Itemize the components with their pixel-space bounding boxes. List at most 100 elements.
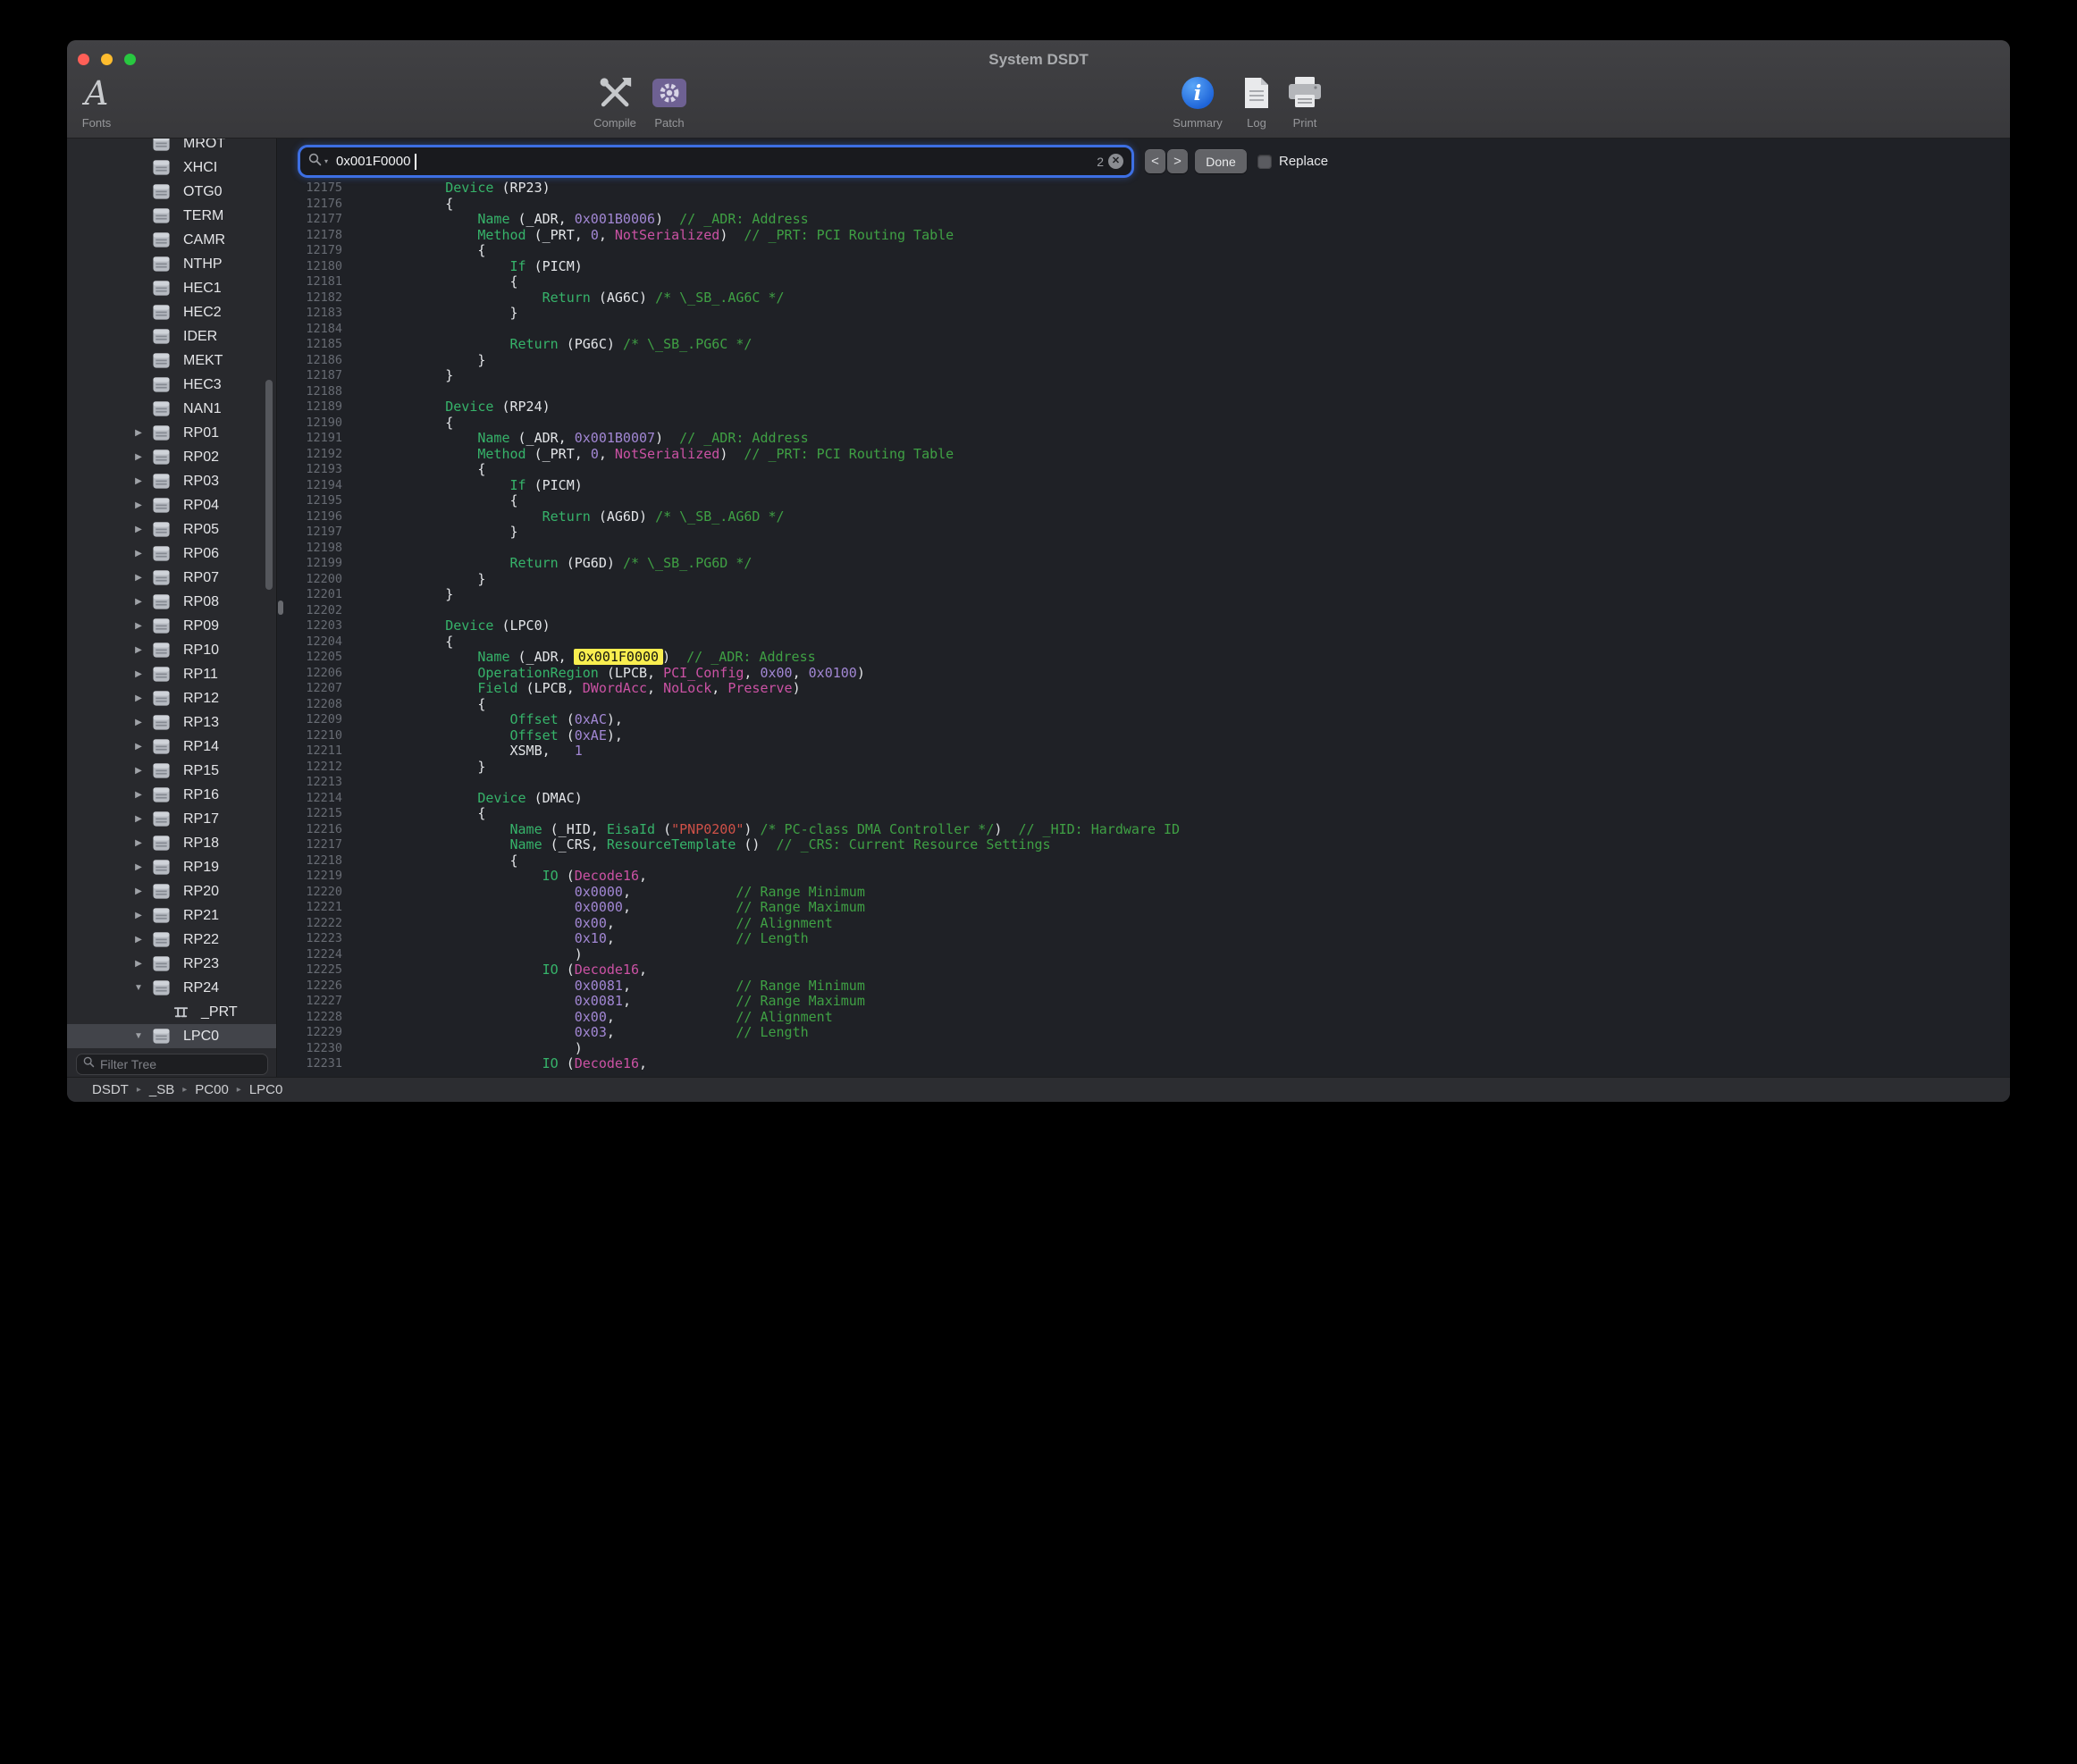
code-line[interactable]: 12223 0x10, // Length	[278, 931, 2010, 947]
code-line[interactable]: 12208 {	[278, 697, 2010, 713]
code-line[interactable]: 12200 }	[278, 572, 2010, 588]
breadcrumb-item[interactable]: LPC0	[249, 1082, 283, 1097]
sidebar-item-rp21[interactable]: ▶RP21	[67, 903, 276, 928]
sidebar-item-_prt[interactable]: _PRT	[67, 1000, 276, 1024]
code-line[interactable]: 12212 }	[278, 760, 2010, 776]
code-line[interactable]: 12221 0x0000, // Range Maximum	[278, 900, 2010, 916]
code-line[interactable]: 12222 0x00, // Alignment	[278, 916, 2010, 932]
code-line[interactable]: 12182 Return (AG6C) /* \_SB_.AG6C */	[278, 290, 2010, 307]
log-button[interactable]: Log	[1243, 72, 1270, 130]
sidebar-item-rp07[interactable]: ▶RP07	[67, 566, 276, 590]
disclosure-triangle-icon[interactable]: ▶	[130, 590, 147, 614]
code-line[interactable]: 12228 0x00, // Alignment	[278, 1010, 2010, 1026]
code-line[interactable]: 12193 {	[278, 462, 2010, 478]
disclosure-triangle-icon[interactable]: ▶	[130, 807, 147, 831]
code-line[interactable]: 12226 0x0081, // Range Minimum	[278, 979, 2010, 995]
sidebar-item-xhci[interactable]: XHCI	[67, 155, 276, 180]
sidebar-scrollbar[interactable]	[265, 380, 273, 590]
sidebar-item-rp15[interactable]: ▶RP15	[67, 759, 276, 783]
disclosure-triangle-icon[interactable]: ▶	[130, 710, 147, 735]
sidebar-item-camr[interactable]: CAMR	[67, 228, 276, 252]
code-line[interactable]: 12180 If (PICM)	[278, 259, 2010, 275]
sidebar-item-otg0[interactable]: OTG0	[67, 180, 276, 204]
disclosure-triangle-icon[interactable]: ▶	[130, 421, 147, 445]
sidebar-item-hec2[interactable]: HEC2	[67, 300, 276, 324]
replace-checkbox[interactable]	[1257, 155, 1272, 169]
code-line[interactable]: 12198	[278, 541, 2010, 557]
disclosure-triangle-icon[interactable]: ▼	[130, 976, 147, 1000]
next-match-button[interactable]: >	[1167, 149, 1188, 173]
sidebar-item-rp22[interactable]: ▶RP22	[67, 928, 276, 952]
sidebar-item-rp17[interactable]: ▶RP17	[67, 807, 276, 831]
sidebar-item-mekt[interactable]: MEKT	[67, 349, 276, 373]
breadcrumb-item[interactable]: _SB	[149, 1082, 174, 1097]
disclosure-triangle-icon[interactable]: ▶	[130, 614, 147, 638]
disclosure-triangle-icon[interactable]: ▶	[130, 879, 147, 903]
code-line[interactable]: 12183 }	[278, 306, 2010, 322]
done-button[interactable]: Done	[1195, 149, 1247, 173]
sidebar-item-rp23[interactable]: ▶RP23	[67, 952, 276, 976]
sidebar-item-rp03[interactable]: ▶RP03	[67, 469, 276, 493]
sidebar-item-rp08[interactable]: ▶RP08	[67, 590, 276, 614]
code-line[interactable]: 12218 {	[278, 853, 2010, 869]
code-line[interactable]: 12214 Device (DMAC)	[278, 791, 2010, 807]
code-line[interactable]: 12186 }	[278, 353, 2010, 369]
sidebar-item-rp04[interactable]: ▶RP04	[67, 493, 276, 517]
sidebar-item-rp18[interactable]: ▶RP18	[67, 831, 276, 855]
disclosure-triangle-icon[interactable]: ▶	[130, 445, 147, 469]
code-line[interactable]: 12225 IO (Decode16,	[278, 962, 2010, 979]
code-line[interactable]: 12190 {	[278, 416, 2010, 432]
disclosure-triangle-icon[interactable]: ▶	[130, 542, 147, 566]
disclosure-triangle-icon[interactable]: ▶	[130, 469, 147, 493]
disclosure-triangle-icon[interactable]: ▼	[130, 1024, 147, 1048]
sidebar-item-rp12[interactable]: ▶RP12	[67, 686, 276, 710]
disclosure-triangle-icon[interactable]: ▶	[130, 952, 147, 976]
breadcrumb-item[interactable]: DSDT	[92, 1082, 129, 1097]
sidebar-item-rp02[interactable]: ▶RP02	[67, 445, 276, 469]
code-line[interactable]: 12210 Offset (0xAE),	[278, 728, 2010, 744]
disclosure-triangle-icon[interactable]: ▶	[130, 517, 147, 542]
sidebar-item-nan1[interactable]: NAN1	[67, 397, 276, 421]
previous-match-button[interactable]: <	[1145, 149, 1165, 173]
code-line[interactable]: 12196 Return (AG6D) /* \_SB_.AG6D */	[278, 509, 2010, 525]
sidebar-item-rp24[interactable]: ▼RP24	[67, 976, 276, 1000]
disclosure-triangle-icon[interactable]: ▶	[130, 662, 147, 686]
print-button[interactable]: Print	[1286, 72, 1324, 130]
clear-search-icon[interactable]: ✕	[1108, 154, 1123, 169]
sidebar-item-nthp[interactable]: NTHP	[67, 252, 276, 276]
sidebar-item-term[interactable]: TERM	[67, 204, 276, 228]
sidebar-item-rp05[interactable]: ▶RP05	[67, 517, 276, 542]
fonts-button[interactable]: A Fonts	[82, 72, 112, 130]
code-line[interactable]: 12199 Return (PG6D) /* \_SB_.PG6D */	[278, 556, 2010, 572]
code-line[interactable]: 12184	[278, 322, 2010, 338]
sidebar-item-lpc0[interactable]: ▼LPC0	[67, 1024, 276, 1048]
sidebar-item-mrot[interactable]: MROT	[67, 139, 276, 155]
code-line[interactable]: 12209 Offset (0xAC),	[278, 712, 2010, 728]
sidebar-item-hec1[interactable]: HEC1	[67, 276, 276, 300]
disclosure-triangle-icon[interactable]: ▶	[130, 686, 147, 710]
sidebar-item-rp13[interactable]: ▶RP13	[67, 710, 276, 735]
sidebar-item-rp01[interactable]: ▶RP01	[67, 421, 276, 445]
sidebar-item-rp16[interactable]: ▶RP16	[67, 783, 276, 807]
code-line[interactable]: 12230 )	[278, 1041, 2010, 1057]
filter-tree-input[interactable]	[100, 1057, 262, 1071]
code-line[interactable]: 12206 OperationRegion (LPCB, PCI_Config,…	[278, 666, 2010, 682]
patch-button[interactable]: Patch	[652, 72, 687, 130]
code-line[interactable]: 12231 IO (Decode16,	[278, 1056, 2010, 1072]
summary-button[interactable]: i Summary	[1173, 72, 1223, 130]
disclosure-triangle-icon[interactable]: ▶	[130, 566, 147, 590]
disclosure-triangle-icon[interactable]: ▶	[130, 855, 147, 879]
sidebar-item-rp19[interactable]: ▶RP19	[67, 855, 276, 879]
code-line[interactable]: 12215 {	[278, 806, 2010, 822]
code-line[interactable]: 12207 Field (LPCB, DWordAcc, NoLock, Pre…	[278, 681, 2010, 697]
code-line[interactable]: 12178 Method (_PRT, 0, NotSerialized) //…	[278, 228, 2010, 244]
code-editor[interactable]: 12175 Device (RP23)12176 {12177 Name (_A…	[278, 181, 2010, 1077]
code-line[interactable]: 12204 {	[278, 634, 2010, 651]
code-line[interactable]: 12187 }	[278, 368, 2010, 384]
code-line[interactable]: 12194 If (PICM)	[278, 478, 2010, 494]
code-line[interactable]: 12197 }	[278, 525, 2010, 541]
sidebar-item-rp06[interactable]: ▶RP06	[67, 542, 276, 566]
code-line[interactable]: 12229 0x03, // Length	[278, 1025, 2010, 1041]
code-line[interactable]: 12202	[278, 603, 2010, 619]
disclosure-triangle-icon[interactable]: ▶	[130, 493, 147, 517]
